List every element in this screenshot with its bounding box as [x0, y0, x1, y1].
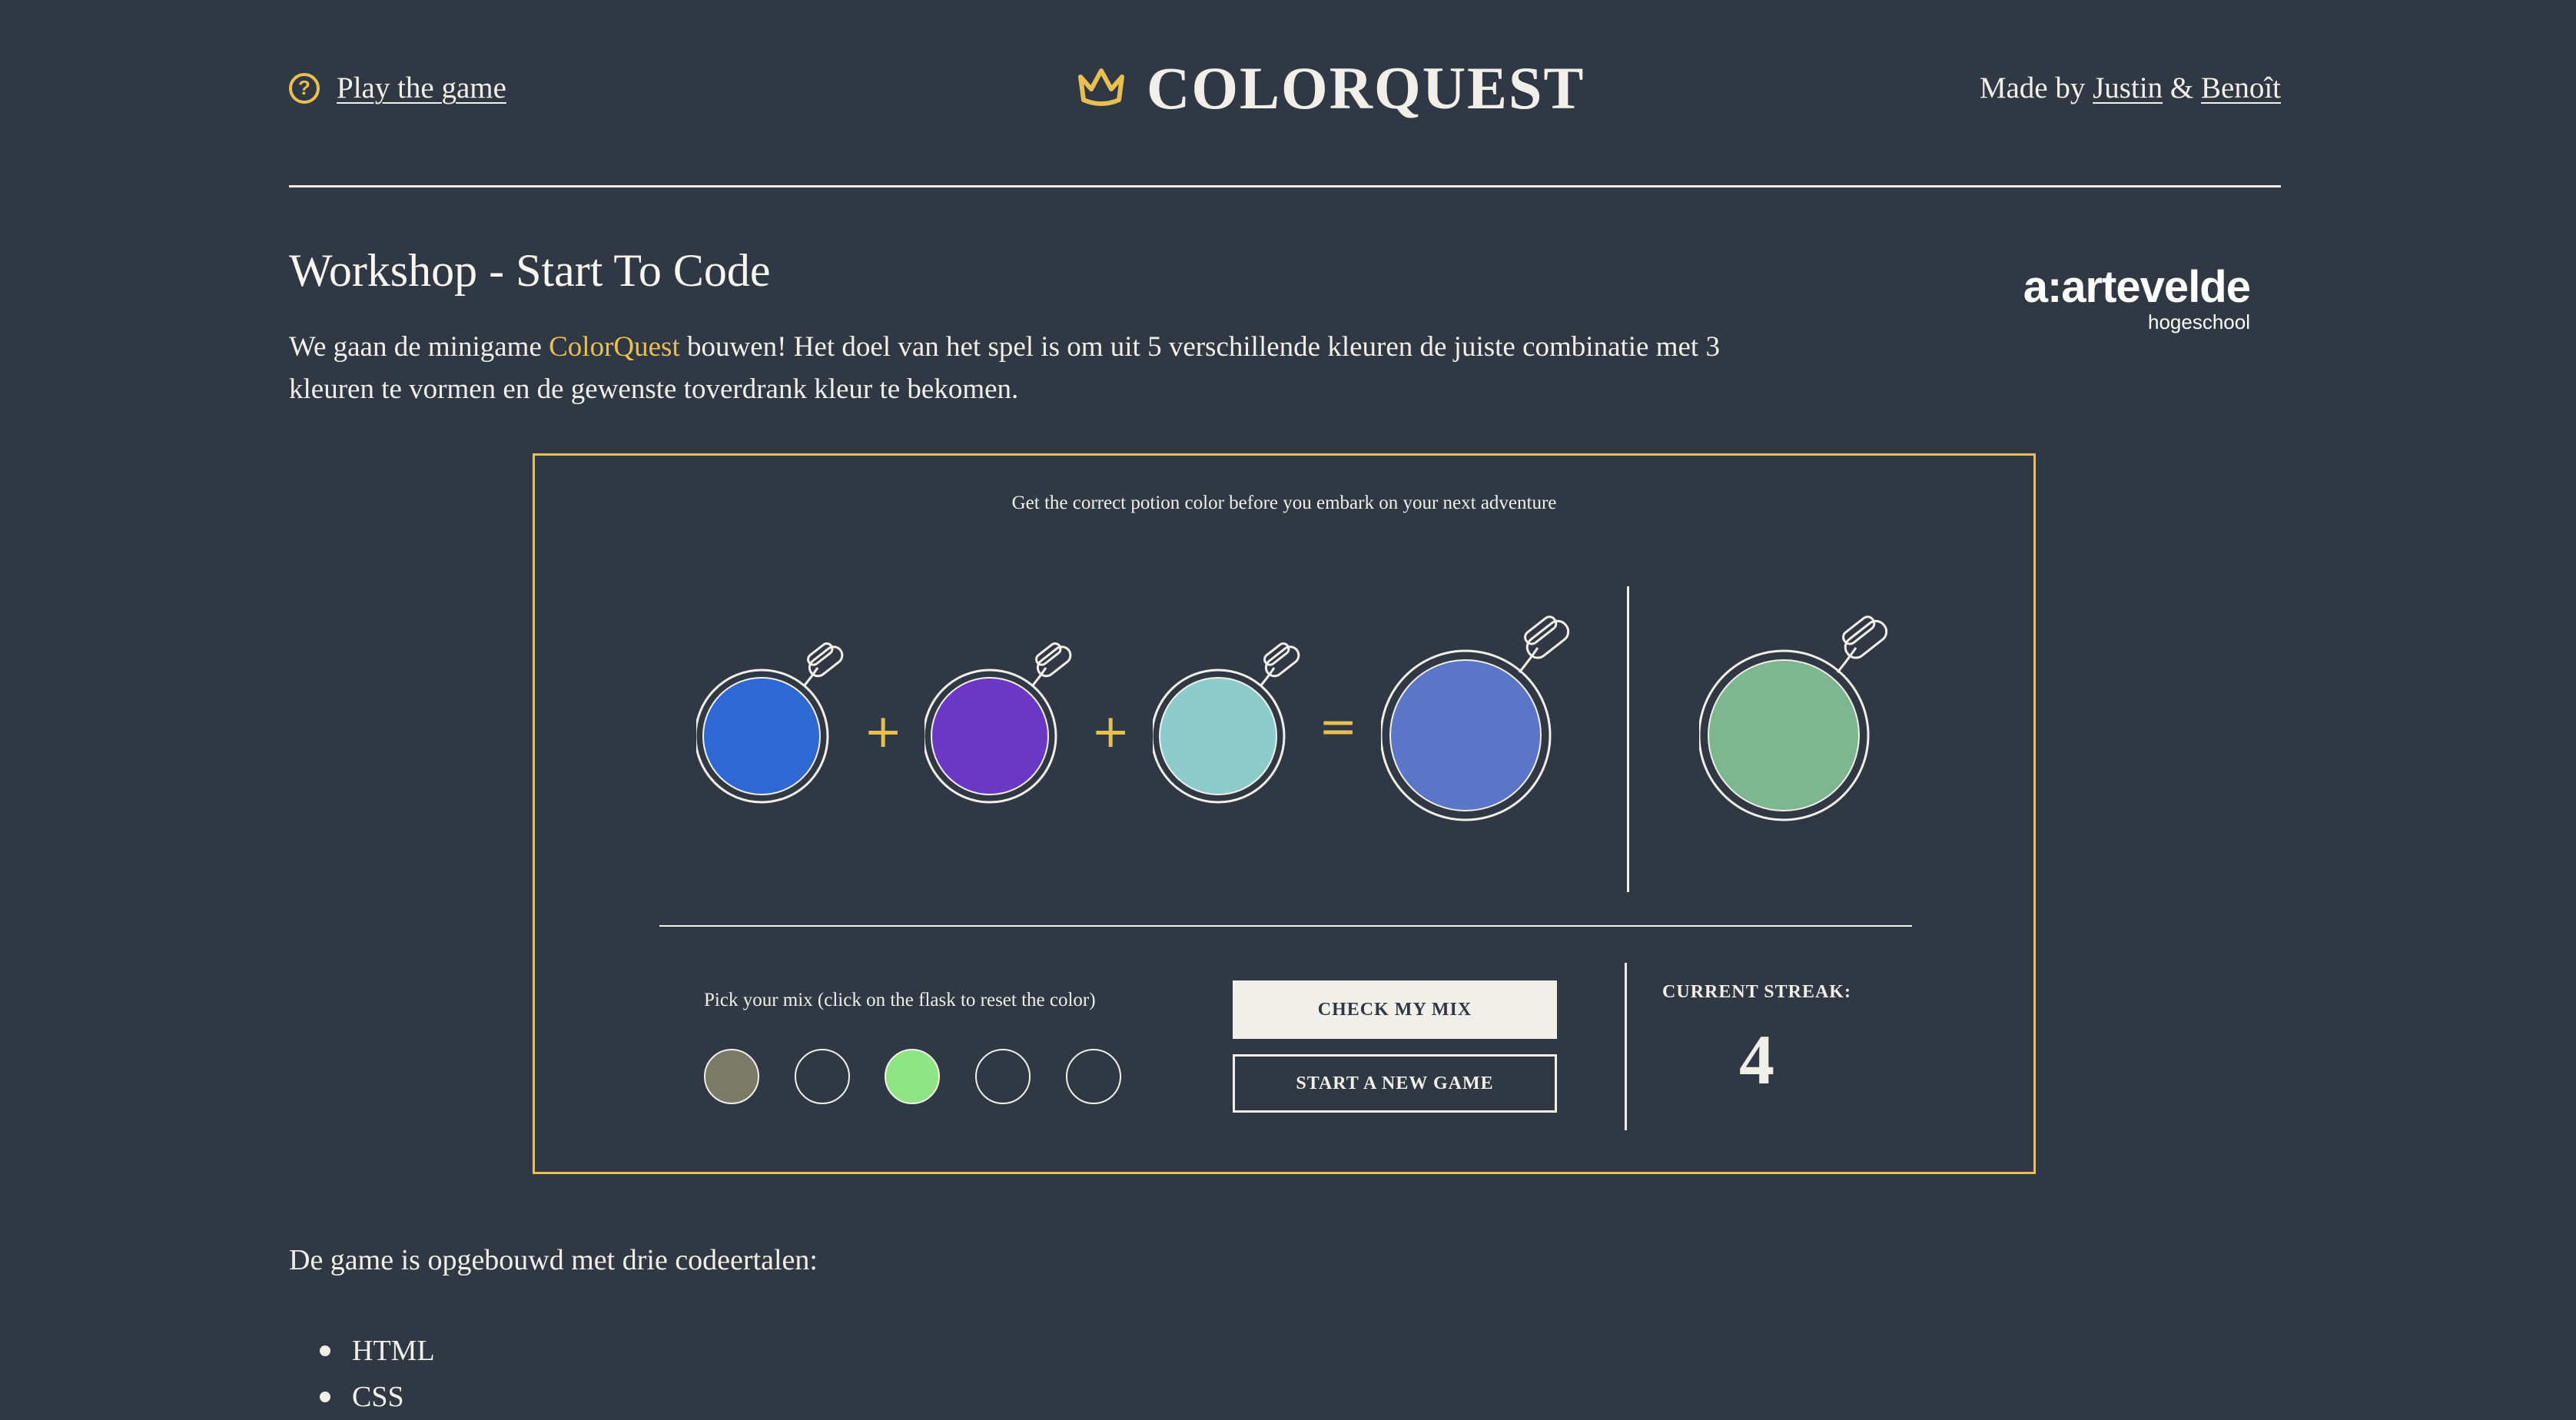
target-flask: [1699, 615, 1888, 821]
list-item: HTML: [289, 1328, 435, 1374]
question-icon: ?: [289, 72, 320, 104]
start-new-game-button[interactable]: Start a new game: [1233, 1054, 1557, 1113]
workshop-intro: We gaan de minigame ColorQuest bouwen! H…: [289, 326, 1764, 410]
brand-main: a:artevelde: [2023, 262, 2251, 312]
equals-operator: =: [1319, 700, 1358, 754]
list-item: CSS: [289, 1374, 435, 1420]
current-streak-value: 4: [1739, 1020, 1774, 1099]
logo-text: COLORQUEST: [1147, 55, 1585, 121]
brand-sub: hogeschool: [2148, 310, 2250, 333]
game-divider: [659, 925, 1912, 927]
intro-highlight: ColorQuest: [549, 331, 680, 363]
plus-operator-2: +: [1091, 705, 1130, 758]
streak-divider: [1625, 963, 1627, 1130]
check-my-mix-button[interactable]: Check my mix: [1233, 980, 1557, 1039]
mix-flask-2[interactable]: [925, 640, 1078, 809]
play-the-game-link[interactable]: Play the game: [337, 71, 506, 105]
language-html: HTML: [352, 1335, 435, 1367]
palette-color-3[interactable]: [885, 1049, 940, 1104]
palette-color-2[interactable]: [795, 1049, 850, 1104]
mix-flask-3[interactable]: [1153, 640, 1306, 809]
pick-mix-label: Pick your mix (click on the flask to res…: [704, 990, 1096, 1010]
language-list: HTML CSS: [289, 1328, 435, 1420]
workshop-title: Workshop - Start To Code: [289, 245, 771, 296]
mix-flask-1[interactable]: [696, 640, 850, 809]
made-by-prefix: Made by: [1979, 71, 2086, 105]
ampersand: &: [2169, 71, 2194, 105]
help-link-group[interactable]: ? Play the game: [289, 71, 506, 105]
bullet-icon: [320, 1345, 330, 1356]
artevelde-logo: a:artevelde hogeschool: [2003, 262, 2251, 334]
header-divider: [289, 185, 2281, 187]
game-tagline: Get the correct potion color before you …: [1011, 493, 1557, 513]
crown-icon: [1078, 68, 1124, 106]
game-panel: Get the correct potion color before you …: [533, 453, 2036, 1174]
palette-color-4[interactable]: [975, 1049, 1031, 1104]
plus-operator-1: +: [864, 705, 903, 758]
palette-color-5[interactable]: [1066, 1049, 1121, 1104]
site-header: ? Play the game COLORQUEST Made by Justi…: [289, 54, 2281, 131]
result-divider: [1627, 586, 1629, 892]
built-with-text: De game is opgebouwd met drie codeertale…: [289, 1244, 818, 1276]
language-css: CSS: [352, 1381, 404, 1413]
author-justin-link[interactable]: Justin: [2093, 71, 2163, 105]
palette-color-1[interactable]: [704, 1049, 759, 1104]
bullet-icon: [320, 1392, 330, 1402]
intro-text-before: We gaan de minigame: [289, 331, 542, 363]
author-benoit-link[interactable]: Benoît: [2201, 71, 2281, 105]
colorquest-logo: COLORQUEST: [1076, 54, 1585, 123]
current-streak-label: CURRENT STREAK:: [1662, 982, 1851, 1002]
result-flask: [1381, 615, 1570, 821]
made-by: Made by Justin & Benoît: [1980, 71, 2281, 105]
